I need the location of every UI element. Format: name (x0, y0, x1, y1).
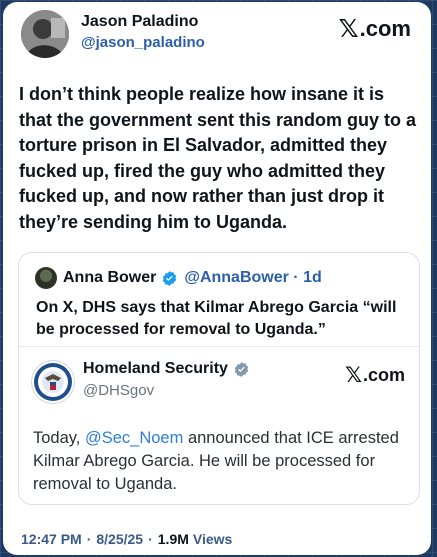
quote-separator: · (293, 269, 299, 286)
views-count: 1.9M (157, 531, 189, 547)
meta-separator: · (148, 531, 153, 547)
post-meta: 12:47 PM · 8/25/25 · 1.9M Views (21, 531, 232, 547)
author-avatar[interactable] (21, 10, 69, 58)
verified-badge-icon (163, 270, 177, 286)
quote-age: 1d (303, 269, 322, 286)
quote-author-avatar[interactable] (35, 267, 57, 289)
quote-text: On X, DHS says that Kilmar Abrego Garcia… (36, 299, 397, 338)
quoted-post-header: Anna Bower @AnnaBower · 1d (35, 267, 322, 289)
dhs-seal-graphic (34, 363, 72, 401)
embedded-author-name[interactable]: Homeland Security (83, 360, 250, 378)
post-header: Jason Paladino @jason_paladino 𝕏 .com (3, 2, 431, 68)
embedded-x-com-logo: 𝕏 .com (345, 363, 405, 388)
x-logo-icon: 𝕏 (338, 15, 359, 43)
embedded-post[interactable]: Homeland Security @DHSgov 𝕏 .com Today, … (19, 346, 419, 504)
embedded-text: Today, @Sec_Noem announced that ICE arre… (33, 427, 405, 496)
embedded-author-handle[interactable]: @DHSgov (83, 382, 154, 399)
mention-link[interactable]: @Sec_Noem (85, 429, 183, 447)
embedded-brand-suffix: .com (362, 365, 405, 385)
embedded-text-before: Today, (33, 429, 85, 447)
brand-suffix: .com (359, 16, 411, 41)
dhs-seal-icon (31, 360, 75, 404)
meta-separator: · (86, 531, 92, 547)
quote-handle-text: @AnnaBower (184, 269, 289, 286)
post-time[interactable]: 12:47 PM (21, 531, 82, 547)
x-logo-icon: 𝕏 (345, 364, 362, 387)
quote-author-name[interactable]: Anna Bower (63, 269, 156, 287)
post-text: I don’t think people realize how insane … (19, 84, 417, 232)
post-card: Jason Paladino @jason_paladino 𝕏 .com I … (3, 2, 431, 555)
quote-author-handle[interactable]: @AnnaBower · 1d (184, 269, 321, 287)
post-date[interactable]: 8/25/25 (96, 531, 143, 547)
views-label: Views (192, 531, 233, 547)
avatar-photo-icon (21, 10, 69, 58)
author-handle[interactable]: @jason_paladino (81, 34, 205, 51)
embedded-author-name-text: Homeland Security (83, 360, 228, 377)
author-name[interactable]: Jason Paladino (81, 13, 198, 31)
quoted-post[interactable]: Anna Bower @AnnaBower · 1d On X, DHS say… (18, 252, 420, 505)
verified-badge-gray-icon (234, 361, 249, 377)
x-com-logo: 𝕏 .com (338, 14, 411, 44)
